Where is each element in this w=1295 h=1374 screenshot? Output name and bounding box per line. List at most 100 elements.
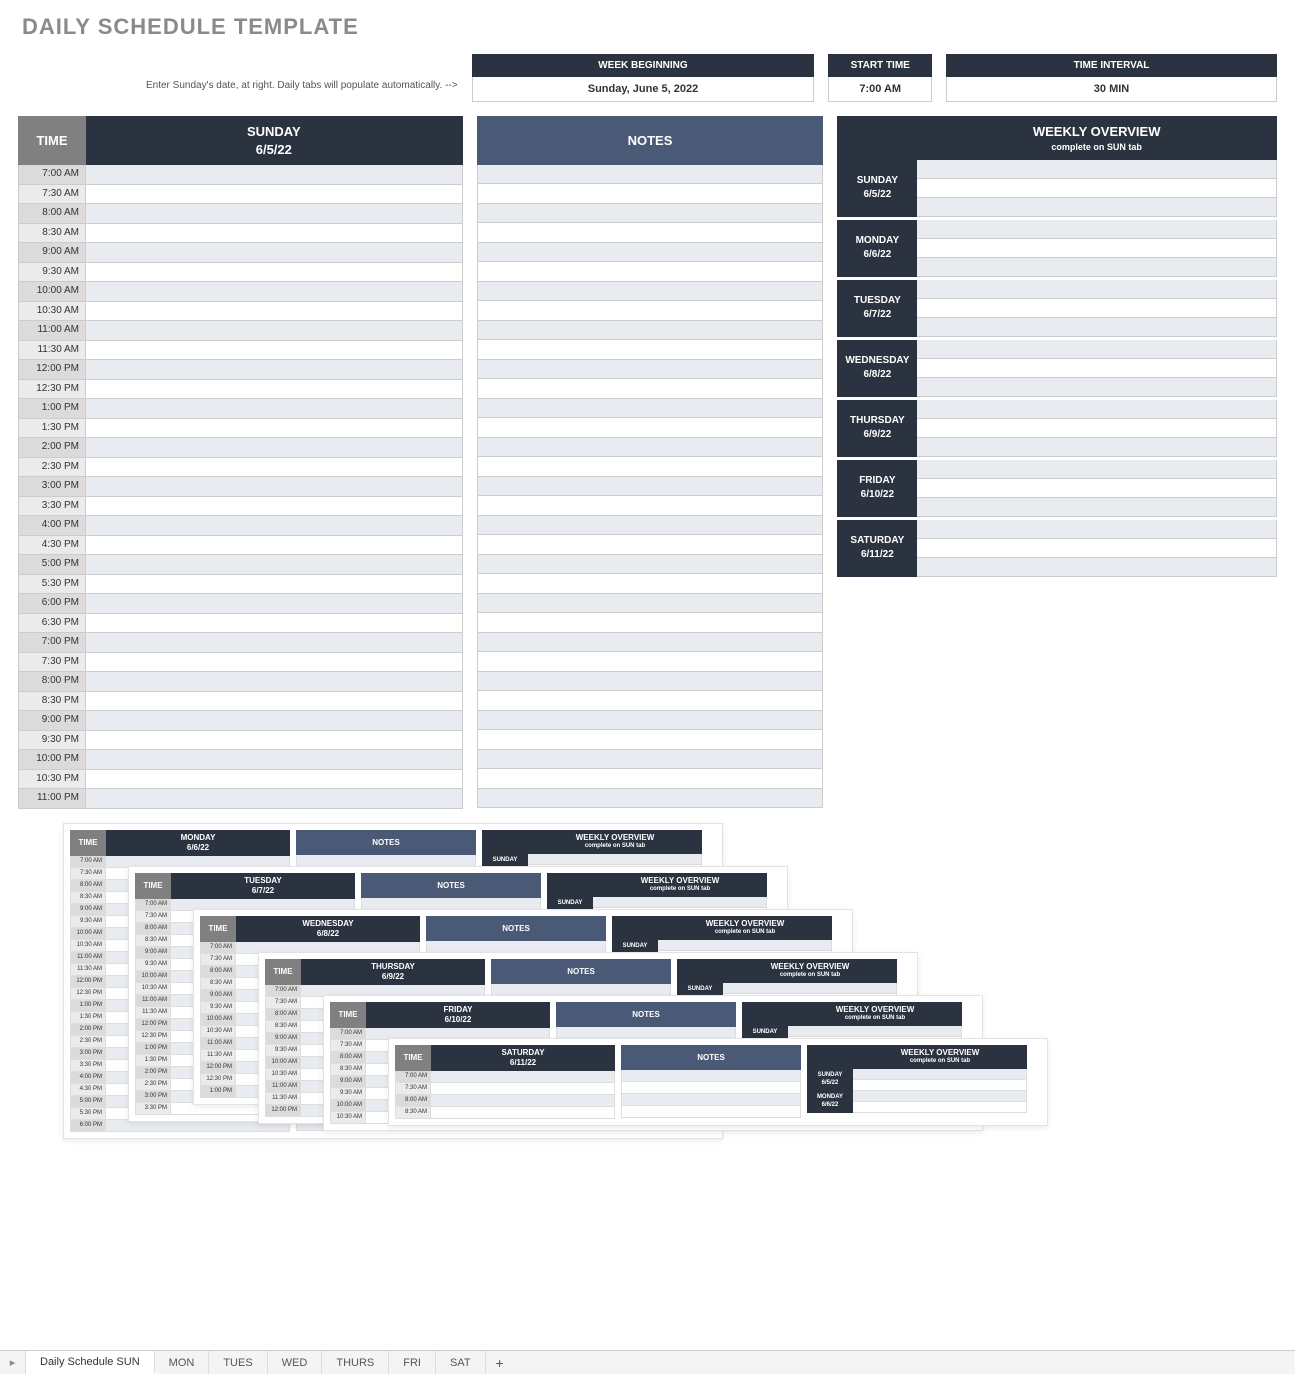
time-slot-cell[interactable]	[86, 243, 463, 263]
note-cell[interactable]	[477, 457, 824, 477]
time-slot-cell[interactable]	[86, 770, 463, 790]
time-slot-cell[interactable]	[86, 341, 463, 361]
time-slot-cell[interactable]	[86, 536, 463, 556]
weekly-day-cell[interactable]	[917, 220, 1277, 239]
note-cell[interactable]	[477, 555, 824, 575]
note-cell[interactable]	[477, 750, 824, 770]
time-slot-cell[interactable]	[86, 653, 463, 673]
note-cell[interactable]	[477, 262, 824, 282]
note-cell[interactable]	[477, 613, 824, 633]
tab-nav-right-icon[interactable]: ▸	[0, 1351, 26, 1374]
weekly-day-cell[interactable]	[917, 359, 1277, 378]
note-cell[interactable]	[477, 223, 824, 243]
time-slot-cell[interactable]	[86, 204, 463, 224]
time-slot-cell[interactable]	[86, 360, 463, 380]
time-slot-cell[interactable]	[86, 633, 463, 653]
note-cell[interactable]	[477, 477, 824, 497]
weekly-day-cell[interactable]	[917, 378, 1277, 397]
note-cell[interactable]	[477, 438, 824, 458]
time-slot-cell[interactable]	[86, 380, 463, 400]
weekly-day-cell[interactable]	[917, 198, 1277, 217]
time-slot-cell[interactable]	[86, 750, 463, 770]
time-slot-cell[interactable]	[86, 497, 463, 517]
note-cell[interactable]	[477, 711, 824, 731]
note-cell[interactable]	[477, 574, 824, 594]
weekly-day-cell[interactable]	[917, 318, 1277, 337]
sheet-tab[interactable]: FRI	[389, 1351, 436, 1374]
time-slot-cell[interactable]	[86, 263, 463, 283]
time-slot-cell[interactable]	[86, 575, 463, 595]
note-cell[interactable]	[477, 321, 824, 341]
note-cell[interactable]	[477, 301, 824, 321]
week-beginning-value[interactable]: Sunday, June 5, 2022	[472, 77, 815, 102]
note-cell[interactable]	[477, 516, 824, 536]
sheet-tab[interactable]: SAT	[436, 1351, 486, 1374]
weekly-day-cell[interactable]	[917, 558, 1277, 577]
weekly-day-cell[interactable]	[917, 160, 1277, 179]
note-cell[interactable]	[477, 652, 824, 672]
sheet-tab[interactable]: TUES	[209, 1351, 267, 1374]
note-cell[interactable]	[477, 535, 824, 555]
note-cell[interactable]	[477, 769, 824, 789]
time-slot-cell[interactable]	[86, 399, 463, 419]
weekly-day-cell[interactable]	[917, 258, 1277, 277]
weekly-day-cell[interactable]	[917, 179, 1277, 198]
note-cell[interactable]	[477, 730, 824, 750]
time-slot-cell[interactable]	[86, 302, 463, 322]
time-slot-cell[interactable]	[86, 594, 463, 614]
time-slot-cell[interactable]	[86, 614, 463, 634]
weekly-day-cell[interactable]	[917, 299, 1277, 318]
time-slot-cell[interactable]	[86, 224, 463, 244]
note-cell[interactable]	[477, 379, 824, 399]
weekly-day-cell[interactable]	[917, 438, 1277, 457]
time-slot-cell[interactable]	[86, 731, 463, 751]
time-slot-cell[interactable]	[86, 516, 463, 536]
note-cell[interactable]	[477, 789, 824, 809]
note-cell[interactable]	[477, 633, 824, 653]
note-cell[interactable]	[477, 672, 824, 692]
time-slot-cell[interactable]	[86, 419, 463, 439]
time-slot-cell[interactable]	[86, 458, 463, 478]
weekly-day-cell[interactable]	[917, 400, 1277, 419]
sheet-tab[interactable]: MON	[155, 1351, 210, 1374]
sheet-tab[interactable]: WED	[268, 1351, 323, 1374]
time-slot-cell[interactable]	[86, 711, 463, 731]
time-interval-value[interactable]: 30 MIN	[946, 77, 1277, 102]
note-cell[interactable]	[477, 340, 824, 360]
weekly-day-cell[interactable]	[917, 239, 1277, 258]
weekly-day-cell[interactable]	[917, 498, 1277, 517]
note-cell[interactable]	[477, 243, 824, 263]
note-row	[477, 730, 824, 750]
note-cell[interactable]	[477, 418, 824, 438]
sheet-tab[interactable]: Daily Schedule SUN	[26, 1351, 155, 1374]
start-time-value[interactable]: 7:00 AM	[828, 77, 932, 102]
time-slot-cell[interactable]	[86, 438, 463, 458]
note-cell[interactable]	[477, 360, 824, 380]
note-cell[interactable]	[477, 204, 824, 224]
note-cell[interactable]	[477, 184, 824, 204]
weekly-day-cell[interactable]	[917, 539, 1277, 558]
weekly-day-cell[interactable]	[917, 340, 1277, 359]
time-slot-cell[interactable]	[86, 789, 463, 809]
weekly-day-cell[interactable]	[917, 479, 1277, 498]
note-cell[interactable]	[477, 399, 824, 419]
time-slot-cell[interactable]	[86, 321, 463, 341]
note-cell[interactable]	[477, 691, 824, 711]
time-slot-cell[interactable]	[86, 185, 463, 205]
time-slot-cell[interactable]	[86, 165, 463, 185]
time-slot-cell[interactable]	[86, 672, 463, 692]
time-slot-cell[interactable]	[86, 477, 463, 497]
weekly-day-cell[interactable]	[917, 419, 1277, 438]
time-slot-cell[interactable]	[86, 555, 463, 575]
note-cell[interactable]	[477, 282, 824, 302]
weekly-day-cell[interactable]	[917, 520, 1277, 539]
note-cell[interactable]	[477, 496, 824, 516]
note-cell[interactable]	[477, 594, 824, 614]
time-slot-cell[interactable]	[86, 692, 463, 712]
weekly-day-cell[interactable]	[917, 280, 1277, 299]
weekly-day-cell[interactable]	[917, 460, 1277, 479]
sheet-tab[interactable]: THURS	[322, 1351, 389, 1374]
time-slot-cell[interactable]	[86, 282, 463, 302]
add-sheet-button[interactable]: +	[486, 1351, 514, 1374]
note-cell[interactable]	[477, 165, 824, 185]
